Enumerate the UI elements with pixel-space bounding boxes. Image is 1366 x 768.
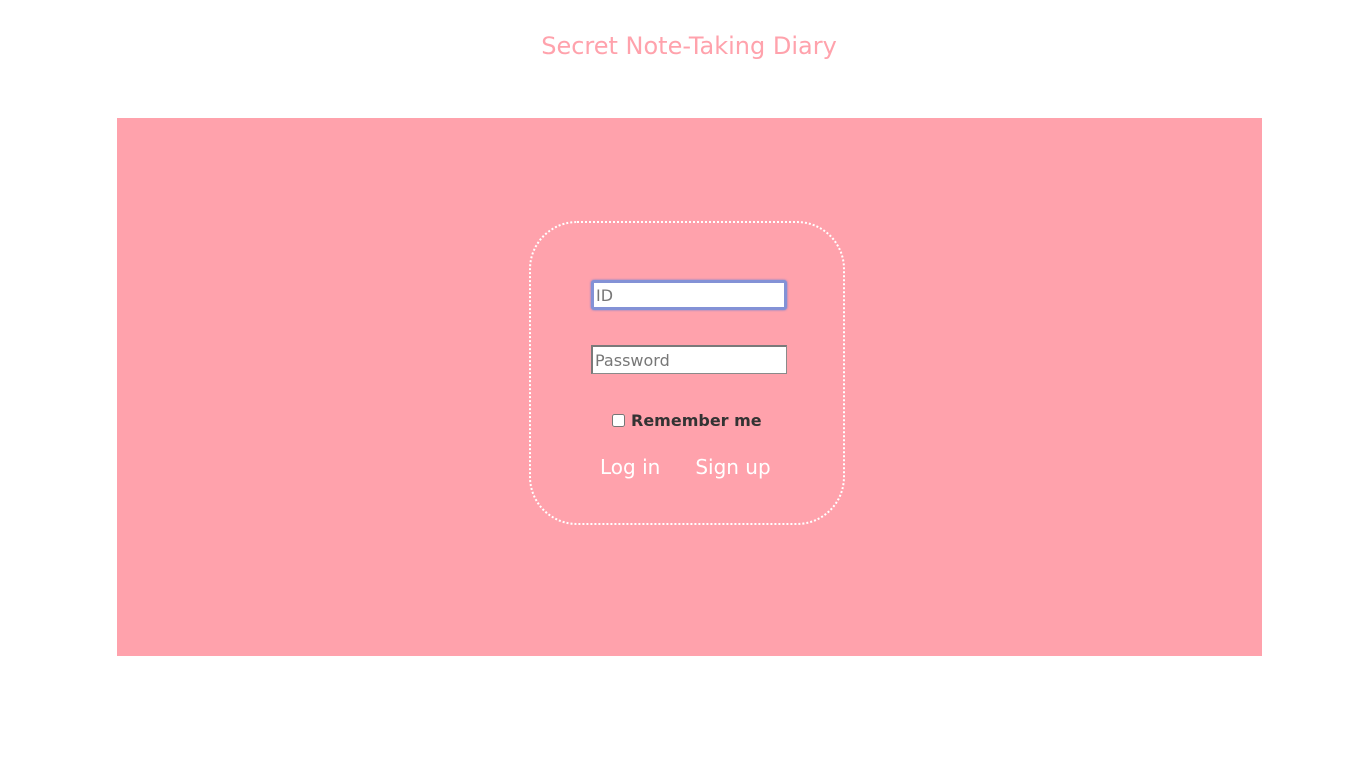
password-input[interactable] bbox=[591, 345, 787, 374]
remember-me[interactable]: Remember me bbox=[612, 411, 762, 430]
login-actions: Log in Sign up bbox=[600, 455, 771, 479]
remember-me-label: Remember me bbox=[631, 411, 762, 430]
page-title: Secret Note-Taking Diary bbox=[541, 32, 837, 60]
login-banner: Remember me Log in Sign up bbox=[117, 118, 1262, 656]
remember-me-checkbox[interactable] bbox=[612, 414, 625, 427]
signup-link[interactable]: Sign up bbox=[695, 455, 770, 479]
login-box: Remember me Log in Sign up bbox=[529, 221, 845, 525]
id-input[interactable] bbox=[591, 280, 787, 310]
login-link[interactable]: Log in bbox=[600, 455, 660, 479]
